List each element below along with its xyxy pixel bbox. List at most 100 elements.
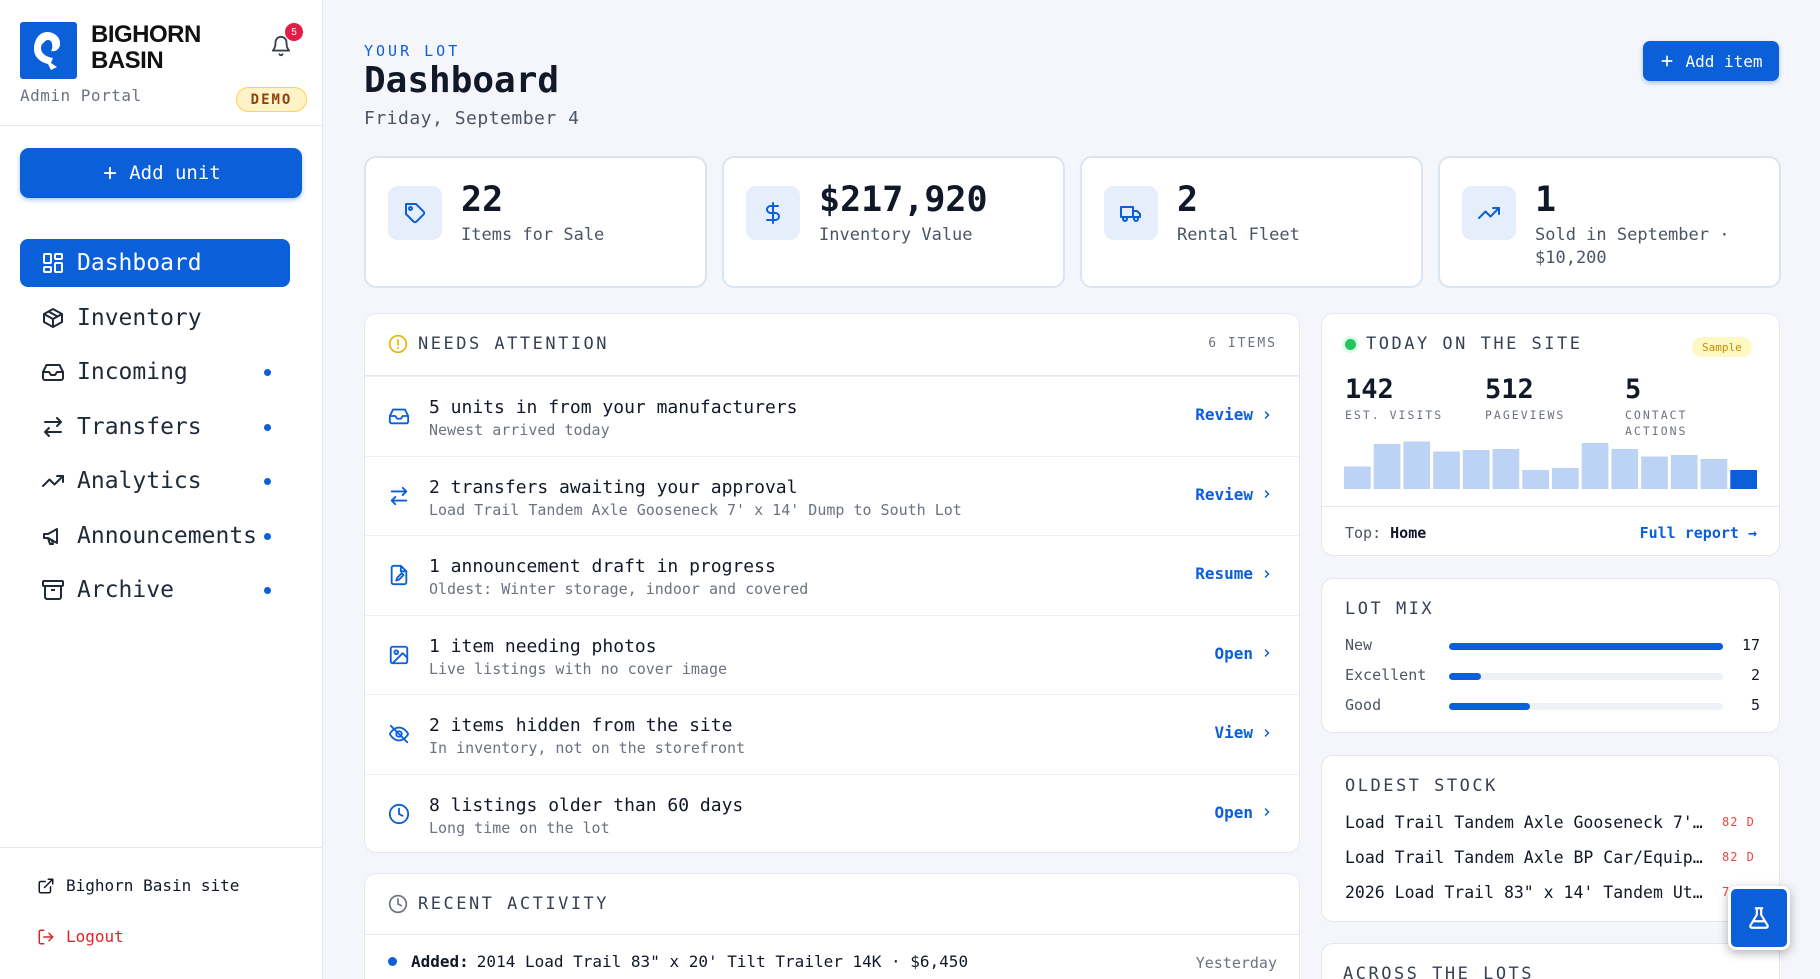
stat-card-rental-fleet[interactable]: 2 Rental Fleet: [1080, 156, 1423, 288]
mix-bar-fill: [1449, 703, 1530, 710]
attention-row-title: 5 units in from your manufacturers: [429, 397, 798, 418]
attention-row-photos[interactable]: 1 item needing photos Live listings with…: [365, 614, 1299, 695]
action-label: Resume: [1195, 564, 1253, 583]
today-on-site-panel: TODAY ON THE SITE Sample 142 EST. VISITS…: [1321, 313, 1780, 556]
alert-circle-icon: [388, 334, 408, 354]
logout-label: Logout: [66, 927, 124, 946]
sidebar-item-label: Inventory: [77, 304, 202, 331]
oldest-stock-item[interactable]: 2026 Load Trail 83" x 14' Tandem Utility…: [1345, 883, 1765, 905]
brand-name-line1: BIGHORN: [91, 21, 201, 48]
logout-link[interactable]: Logout: [37, 927, 124, 946]
attention-row-title: 2 items hidden from the site: [429, 715, 733, 736]
full-report-link[interactable]: Full report →: [1640, 524, 1757, 542]
add-unit-button[interactable]: Add unit: [20, 148, 302, 198]
activity-text: 2014 Load Trail 83" x 20' Tilt Trailer 1…: [476, 952, 969, 971]
chevron-right-icon: [1264, 569, 1270, 578]
traffic-bar: [1433, 451, 1460, 489]
sidebar-item-analytics[interactable]: Analytics: [20, 457, 290, 505]
lot-mix-panel: LOT MIX New 17 Excellent 2 Good 5: [1321, 578, 1780, 733]
traffic-bar: [1581, 443, 1609, 489]
oldest-stock-title: OLDEST STOCK: [1345, 776, 1498, 796]
metric-pageviews: 512 PAGEVIEWS: [1485, 374, 1595, 423]
lot-mix-row-excellent: Excellent 2: [1345, 666, 1760, 686]
review-incoming-link[interactable]: Review: [1195, 405, 1273, 424]
traffic-bar: [1700, 459, 1728, 489]
page-date: Friday, September 4: [364, 108, 580, 129]
attention-row-subtitle: Load Trail Tandem Axle Gooseneck 7' x 14…: [429, 500, 962, 519]
open-photos-link[interactable]: Open: [1214, 644, 1273, 663]
chevron-right-icon: [1264, 410, 1270, 419]
mix-count: 5: [1750, 696, 1760, 714]
activity-row[interactable]: Added: 2014 Load Trail 83" x 20' Tilt Tr…: [388, 952, 968, 971]
chevron-right-icon: [1264, 649, 1270, 657]
public-site-link[interactable]: Bighorn Basin site: [37, 876, 239, 895]
stat-card-inventory-value[interactable]: $217,920 Inventory Value: [722, 156, 1065, 288]
action-label: Review: [1195, 484, 1253, 504]
recent-activity-title: RECENT ACTIVITY: [418, 894, 610, 914]
attention-row-hidden[interactable]: 2 items hidden from the site In inventor…: [365, 694, 1299, 774]
oldest-stock-item[interactable]: Load Trail Tandem Axle BP Car/Equipment …: [1345, 848, 1765, 870]
stat-value: 1: [1535, 180, 1557, 220]
sidebar-divider: [0, 847, 322, 848]
across-lots-title: ACROSS THE LOTS: [1343, 964, 1535, 979]
metric-label: EST. VISITS: [1345, 408, 1444, 422]
needs-attention-count: 6 ITEMS: [1208, 336, 1277, 351]
metric-contact-actions: 5 CONTACT ACTIONS: [1625, 374, 1735, 439]
brand[interactable]: BIGHORN BASIN: [20, 22, 201, 79]
recent-activity-panel: RECENT ACTIVITY Added: 2014 Load Trail 8…: [364, 873, 1300, 979]
lab-flask-button[interactable]: [1728, 886, 1790, 950]
unread-dot: [264, 478, 271, 485]
top-page-label: Top:: [1345, 524, 1382, 542]
stat-card-items-for-sale[interactable]: 22 Items for Sale: [364, 156, 707, 288]
traffic-bar: [1522, 470, 1549, 489]
flask-icon: [1749, 907, 1769, 929]
stat-label: Items for Sale: [461, 225, 605, 245]
oldest-stock-item[interactable]: Load Trail Tandem Axle Gooseneck 7' x 14…: [1345, 813, 1765, 835]
traffic-bar: [1611, 449, 1639, 489]
archive-icon: [42, 580, 64, 600]
attention-row-old-listings[interactable]: 8 listings older than 60 days Long time …: [365, 773, 1299, 854]
sidebar-item-label: Analytics: [77, 468, 202, 494]
stock-name: 2026 Load Trail 83" x 14' Tandem Utility: [1345, 883, 1710, 902]
metric-value: 142: [1345, 374, 1394, 405]
attention-row-subtitle: Oldest: Winter storage, indoor and cover…: [429, 580, 809, 598]
view-hidden-link[interactable]: View: [1214, 723, 1273, 742]
open-old-listings-link[interactable]: Open: [1214, 803, 1273, 822]
sidebar-item-incoming[interactable]: Incoming: [20, 348, 290, 396]
plus-icon: [1661, 55, 1673, 67]
attention-row-subtitle: Newest arrived today: [429, 421, 610, 439]
needs-attention-title: NEEDS ATTENTION: [418, 334, 610, 354]
sidebar-nav: Dashboard Inventory Incoming Transfers A…: [20, 239, 290, 621]
brand-name-line2: BASIN: [91, 47, 164, 74]
mix-label: Good: [1345, 696, 1382, 714]
sidebar-item-inventory[interactable]: Inventory: [20, 294, 290, 342]
public-site-label: Bighorn Basin site: [66, 876, 240, 895]
stock-age: 82 D: [1722, 815, 1755, 829]
sidebar-item-transfers[interactable]: Transfers: [20, 403, 290, 451]
external-link-icon: [38, 878, 54, 893]
stat-label: Sold in September · $10,200: [1535, 225, 1730, 268]
attention-row-title: 1 item needing photos: [429, 635, 657, 657]
traffic-bar: [1492, 449, 1520, 489]
traffic-bar: [1462, 450, 1490, 489]
attention-row-transfers[interactable]: 2 transfers awaiting your approval Load …: [365, 455, 1299, 536]
review-transfers-link[interactable]: Review: [1195, 485, 1273, 504]
hourly-traffic-bars: [1344, 441, 1757, 489]
attention-row-announcement[interactable]: 1 announcement draft in progress Oldest:…: [365, 535, 1299, 615]
oldest-stock-panel: OLDEST STOCK Load Trail Tandem Axle Goos…: [1321, 755, 1780, 922]
image-icon: [388, 644, 410, 666]
add-item-button[interactable]: Add item: [1643, 41, 1779, 81]
attention-row-incoming[interactable]: 5 units in from your manufacturers Newes…: [365, 376, 1299, 456]
mix-bar-track: [1449, 643, 1723, 650]
unread-dot: [264, 587, 271, 594]
attention-row-subtitle: In inventory, not on the storefront: [429, 739, 746, 757]
resume-draft-link[interactable]: Resume: [1195, 564, 1273, 583]
sidebar-item-dashboard[interactable]: Dashboard: [20, 239, 290, 287]
stock-age: 82 D: [1722, 850, 1755, 864]
needs-attention-panel: NEEDS ATTENTION 6 ITEMS 5 units in from …: [364, 313, 1300, 853]
sidebar-item-announcements[interactable]: Announcements: [20, 512, 290, 560]
stat-card-sold[interactable]: 1 Sold in September · $10,200: [1438, 156, 1781, 288]
sidebar-item-archive[interactable]: Archive: [20, 566, 290, 614]
bighorn-ram-logo-icon: [20, 22, 77, 79]
clock-icon: [388, 803, 410, 825]
